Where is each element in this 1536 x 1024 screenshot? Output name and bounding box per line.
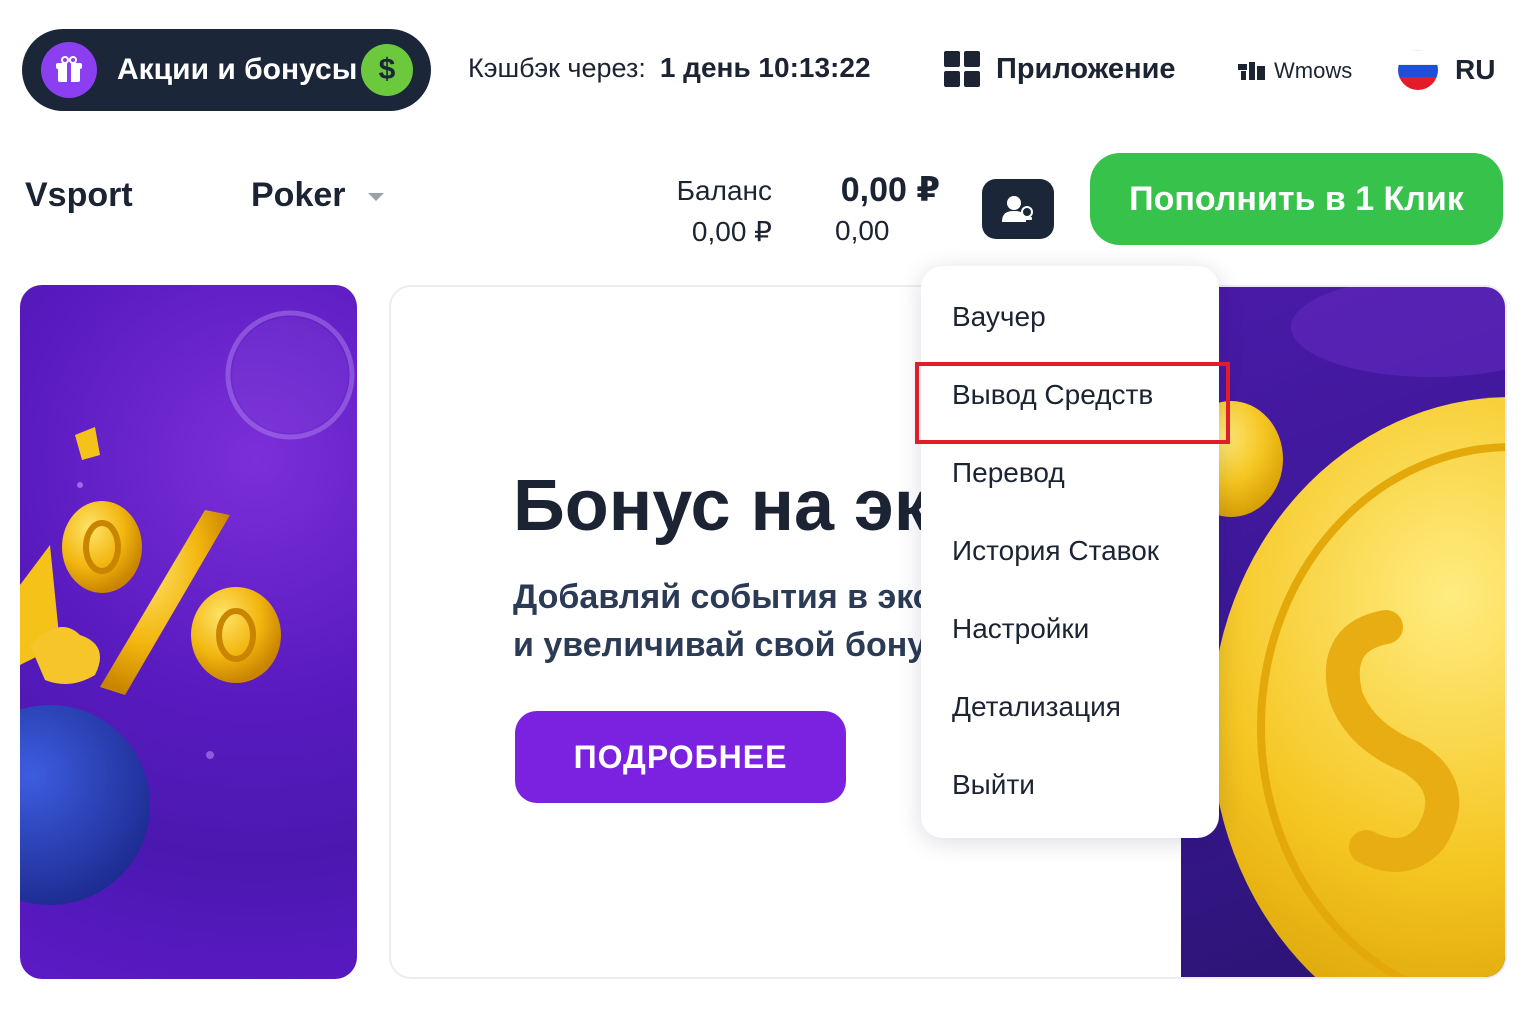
windows-icon [1238, 62, 1265, 80]
balance-label: Баланс [676, 175, 772, 206]
menu-item-withdraw[interactable]: Вывод Средств [915, 356, 1230, 444]
deposit-one-click-button[interactable]: Пополнить в 1 Клик [1090, 153, 1503, 245]
dollar-icon: $ [361, 44, 413, 96]
balance-block: Баланс 0,00 ₽ [640, 172, 772, 254]
cashback-label: Кэшбэк через: [468, 53, 646, 83]
menu-item-voucher[interactable]: Ваучер [921, 278, 1219, 356]
banner-subtitle-line-1: Добавляй события в экс [513, 578, 932, 616]
nav-poker-dropdown[interactable]: Poker [251, 176, 384, 215]
banner-subtitle: Добавляй события в экс и увеличивай свой… [513, 573, 932, 669]
banner-subtitle-line-2: и увеличивай свой бону [513, 626, 927, 664]
promotions-bonuses-button[interactable]: Акции и бонусы $ [22, 29, 431, 111]
menu-item-logout[interactable]: Выйти [921, 746, 1219, 824]
balance-label-value: 0,00 ₽ [691, 216, 772, 247]
russia-flag-icon [1398, 50, 1438, 90]
bonus-amount: 0,00 [835, 215, 890, 246]
gift-icon [41, 42, 97, 98]
app-download-link[interactable]: Приложение [944, 51, 1176, 87]
banner-title: Бонус на экс [513, 466, 969, 546]
promo-banner-left[interactable] [20, 285, 357, 979]
cashback-countdown: Кэшбэк через: 1 день 10:13:22 [468, 52, 871, 84]
menu-item-transfer[interactable]: Перевод [921, 434, 1219, 512]
language-selector[interactable]: RU [1398, 50, 1495, 90]
user-icon [1002, 196, 1033, 222]
more-details-button[interactable]: ПОДРОБНЕЕ [515, 711, 846, 803]
nav-poker-label: Poker [251, 176, 346, 214]
language-label: RU [1455, 54, 1496, 85]
app-label: Приложение [996, 52, 1176, 85]
balance-amounts: 0,00 ₽ 0,00 [800, 170, 940, 252]
cashback-timer: 1 день 10:13:22 [659, 52, 871, 83]
chevron-down-icon [367, 192, 384, 201]
app-grid-icon [944, 51, 980, 87]
nav-vsport[interactable]: Vsport [25, 176, 133, 215]
balance-amount: 0,00 ₽ [840, 171, 940, 209]
windows-app-link[interactable]: Wmows [1238, 58, 1352, 84]
menu-item-details[interactable]: Детализация [921, 668, 1219, 746]
menu-item-settings[interactable]: Настройки [921, 590, 1219, 668]
profile-dropdown-menu: Ваучер Вывод Средств Перевод История Ста… [915, 266, 1230, 838]
os-label: Wmows [1274, 58, 1353, 83]
promotions-label: Акции и бонусы [117, 53, 358, 86]
profile-menu-button[interactable] [982, 179, 1054, 239]
menu-item-bet-history[interactable]: История Ставок [921, 512, 1219, 590]
percent-coins-illustration [20, 310, 355, 905]
